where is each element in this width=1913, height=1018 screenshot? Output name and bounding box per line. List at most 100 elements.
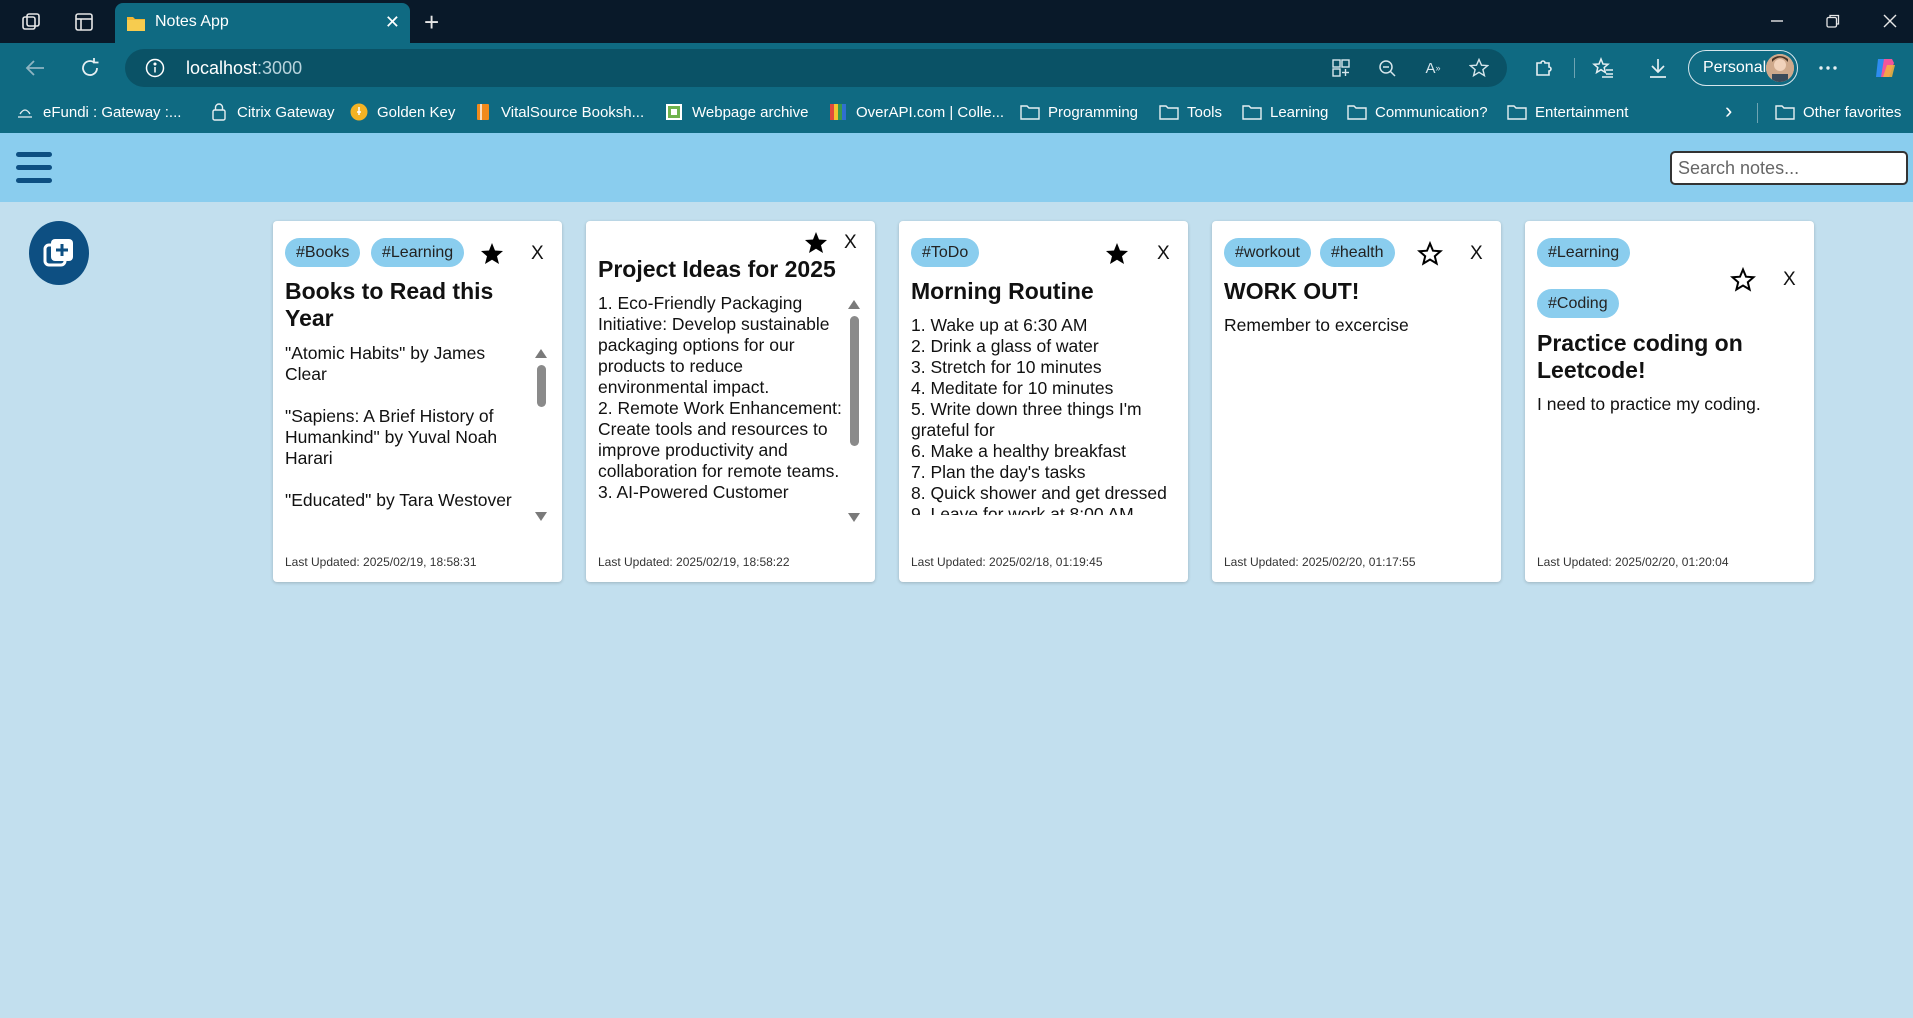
delete-note-button[interactable]: X <box>1470 243 1483 265</box>
last-updated: Last Updated: 2025/02/18, 01:19:45 <box>911 555 1103 569</box>
note-card[interactable]: #workout #health X WORK OUT! Remember to… <box>1212 221 1501 582</box>
star-outline-icon[interactable] <box>1730 267 1756 293</box>
restore-icon[interactable] <box>1813 8 1853 34</box>
bookmark-folder-programming[interactable]: Programming <box>1020 103 1138 121</box>
note-body[interactable]: "Atomic Habits" by James Clear "Sapiens:… <box>285 343 525 513</box>
tab-close-icon[interactable]: ✕ <box>385 12 400 33</box>
note-card[interactable]: X Project Ideas for 2025 1. Eco-Friendly… <box>586 221 875 582</box>
note-body[interactable]: Remember to excercise <box>1224 315 1489 515</box>
tab-title: Notes App <box>155 13 229 30</box>
favorite-star-icon[interactable] <box>1469 58 1489 78</box>
address-bar[interactable]: localhost:3000 A» <box>125 49 1507 87</box>
extensions-icon[interactable] <box>1531 55 1557 81</box>
new-tab-button[interactable]: + <box>424 7 439 38</box>
app-header <box>0 133 1913 202</box>
folder-icon <box>1347 103 1367 121</box>
note-tag[interactable]: #Learning <box>371 238 465 267</box>
search-input[interactable] <box>1670 151 1908 185</box>
add-note-button[interactable] <box>29 221 89 285</box>
window-close-icon[interactable] <box>1870 8 1910 34</box>
star-outline-icon[interactable] <box>1417 241 1443 267</box>
refresh-icon[interactable] <box>77 55 103 81</box>
folder-icon <box>1507 103 1527 121</box>
note-body[interactable]: I need to practice my coding. <box>1537 394 1802 514</box>
add-note-icon <box>43 239 73 267</box>
cloud-icon <box>15 103 35 121</box>
bookmark-vitalsource[interactable]: VitalSource Booksh... <box>473 103 644 121</box>
scroll-down-arrow-icon[interactable] <box>848 513 860 522</box>
last-updated: Last Updated: 2025/02/19, 18:58:31 <box>285 555 477 569</box>
tab-notes-app[interactable]: Notes App ✕ <box>115 3 410 43</box>
note-tag[interactable]: #ToDo <box>911 238 980 267</box>
delete-note-button[interactable]: X <box>1157 243 1170 265</box>
more-options-icon[interactable] <box>1815 55 1841 81</box>
browser-toolbar: localhost:3000 A» Personal <box>0 43 1913 93</box>
back-arrow-icon[interactable] <box>22 55 48 81</box>
note-card[interactable]: #Learning #Coding X Practice coding on L… <box>1525 221 1814 582</box>
read-aloud-icon[interactable]: A» <box>1423 58 1443 78</box>
favorites-icon[interactable] <box>1590 55 1616 81</box>
note-body[interactable]: 1. Eco-Friendly Packaging Initiative: De… <box>598 293 843 513</box>
archive-icon <box>664 103 684 121</box>
minimize-icon[interactable] <box>1757 8 1797 34</box>
bookmark-overapi[interactable]: OverAPI.com | Colle... <box>828 103 1004 121</box>
zoom-out-icon[interactable] <box>1377 58 1397 78</box>
bookmark-folder-communication[interactable]: Communication? <box>1347 103 1488 121</box>
bookmark-citrix-gateway[interactable]: Citrix Gateway <box>209 103 335 121</box>
delete-note-button[interactable]: X <box>1783 269 1796 291</box>
note-tag[interactable]: #Learning <box>1537 238 1631 267</box>
delete-note-button[interactable]: X <box>844 232 857 254</box>
note-scrollbar[interactable] <box>535 349 547 521</box>
bookmark-efundi[interactable]: eFundi : Gateway :... <box>15 103 181 121</box>
scroll-up-arrow-icon[interactable] <box>535 349 547 358</box>
bookmark-folder-learning[interactable]: Learning <box>1242 103 1328 121</box>
folder-icon <box>1020 103 1040 121</box>
scroll-thumb[interactable] <box>537 365 546 407</box>
apps-icon[interactable] <box>1331 58 1351 78</box>
last-updated: Last Updated: 2025/02/20, 01:20:04 <box>1537 555 1729 569</box>
note-card[interactable]: #Books #Learning X Books to Read this Ye… <box>273 221 562 582</box>
note-tag[interactable]: #workout <box>1224 238 1311 267</box>
note-card[interactable]: #ToDo X Morning Routine 1. Wake up at 6:… <box>899 221 1188 582</box>
citrix-icon <box>209 103 229 121</box>
bookmark-folder-tools[interactable]: Tools <box>1159 103 1222 121</box>
site-info-icon[interactable] <box>145 58 165 78</box>
bookmark-other-favorites[interactable]: Other favorites <box>1775 103 1901 121</box>
folder-favicon-icon <box>126 14 146 32</box>
profile-button[interactable]: Personal <box>1688 50 1798 86</box>
folder-icon <box>1159 103 1179 121</box>
golden-key-icon <box>349 103 369 121</box>
note-title: WORK OUT! <box>1224 278 1360 304</box>
browser-titlebar: Notes App ✕ + <box>0 0 1913 43</box>
bookmark-webpage-archive[interactable]: Webpage archive <box>664 103 808 121</box>
star-filled-icon[interactable] <box>479 241 505 267</box>
downloads-icon[interactable] <box>1645 55 1671 81</box>
scroll-up-arrow-icon[interactable] <box>848 300 860 309</box>
avatar <box>1766 54 1794 82</box>
note-tag[interactable]: #health <box>1320 238 1395 267</box>
note-title: Project Ideas for 2025 <box>598 256 836 282</box>
note-scrollbar[interactable] <box>848 300 860 522</box>
delete-note-button[interactable]: X <box>531 243 544 265</box>
scroll-down-arrow-icon[interactable] <box>535 512 547 521</box>
workspaces-icon[interactable] <box>20 10 44 34</box>
note-tag[interactable]: #Coding <box>1537 289 1619 318</box>
url-text: localhost:3000 <box>186 58 303 78</box>
tab-actions-icon[interactable] <box>72 10 96 34</box>
note-title: Practice coding on Leetcode! <box>1537 330 1743 383</box>
folder-icon <box>1242 103 1262 121</box>
bookmark-folder-entertainment[interactable]: Entertainment <box>1507 103 1628 121</box>
star-filled-icon[interactable] <box>1104 241 1130 267</box>
toolbar-divider <box>1574 58 1575 78</box>
profile-label: Personal <box>1703 59 1767 76</box>
scroll-thumb[interactable] <box>850 316 859 446</box>
bookmark-golden-key[interactable]: Golden Key <box>349 103 455 121</box>
star-filled-icon[interactable] <box>803 230 829 256</box>
copilot-icon[interactable] <box>1872 55 1898 81</box>
note-body[interactable]: 1. Wake up at 6:30 AM 2. Drink a glass o… <box>911 315 1183 515</box>
note-tag[interactable]: #Books <box>285 238 361 267</box>
hamburger-menu-icon[interactable] <box>16 152 52 183</box>
folder-icon <box>1775 103 1795 121</box>
last-updated: Last Updated: 2025/02/20, 01:17:55 <box>1224 555 1416 569</box>
bookmarks-overflow-chevron-icon[interactable]: › <box>1725 98 1732 124</box>
